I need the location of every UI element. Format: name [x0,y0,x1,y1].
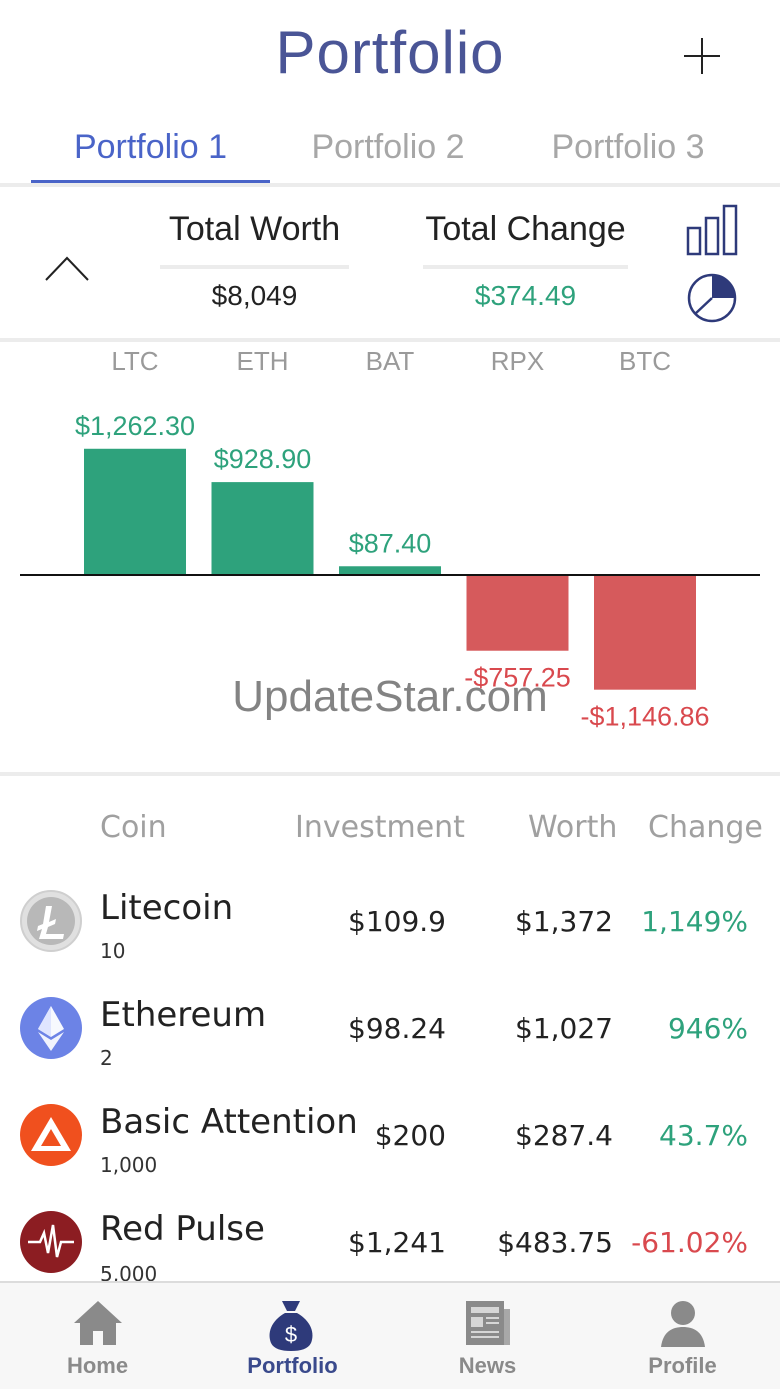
coin-quantity: 10 [100,939,126,963]
nav-portfolio[interactable]: $ Portfolio [195,1283,390,1389]
total-worth-label: Total Worth [168,210,341,248]
change-value: 1,149% [641,905,748,938]
nav-label: News [458,1353,517,1378]
divider [160,265,349,269]
coin-quantity: 2 [100,1046,113,1070]
category-label-bat: BAT [366,346,415,376]
investment-value: $98.24 [348,1012,446,1045]
divider [0,183,780,187]
coin-name: Litecoin [100,888,234,928]
newspaper-icon [462,1297,514,1349]
column-header-coin: Coin [100,810,167,845]
table-row[interactable]: Basic Attention 1,000 $200 $287.4 43.7% [0,1092,780,1199]
category-label-btc: BTC [619,346,671,376]
category-label-rpx: RPX [491,346,544,376]
bar-value-label-bat: $87.40 [349,528,432,558]
bar-eth[interactable] [211,482,314,575]
investment-value: $1,241 [348,1226,446,1259]
bar-rpx[interactable] [466,575,569,651]
nav-label: Home [66,1353,129,1378]
change-value: 946% [667,1012,748,1045]
worth-value: $1,027 [515,1012,613,1045]
coin-name: Ethereum [100,995,267,1035]
nav-label: Portfolio [247,1353,338,1378]
add-portfolio-button[interactable] [682,36,722,76]
bar-bat[interactable] [339,566,441,575]
bottom-nav: Home $ Portfolio News Profile [0,1281,780,1389]
money-bag-icon: $ [265,1297,317,1351]
worth-value: $287.4 [515,1119,613,1152]
divider [423,265,628,269]
change-value: -61.02% [631,1226,748,1259]
nav-news[interactable]: News [390,1283,585,1389]
bar-value-label-ltc: $1,262.30 [75,411,195,441]
worth-value: $1,372 [515,905,613,938]
column-header-investment: Investment [295,810,465,845]
total-change-label: Total Change [425,210,626,248]
tab-portfolio-1[interactable]: Portfolio 1 [31,128,270,176]
home-icon [72,1297,124,1349]
change-value: 43.7% [659,1119,748,1152]
nav-label: Profile [648,1353,717,1378]
pie-chart-icon[interactable] [686,272,738,324]
table-row[interactable]: Ethereum 2 $98.24 $1,027 946% [0,985,780,1092]
category-label-eth: ETH [237,346,289,376]
column-header-worth: Worth [528,810,618,845]
collapse-chevron-icon[interactable] [44,252,90,282]
column-header-change: Change [648,810,763,845]
nav-home[interactable]: Home [0,1283,195,1389]
category-label-ltc: LTC [111,346,158,376]
page-title: Portfolio [275,19,505,86]
bat-icon [20,1104,82,1166]
bar-chart-icon[interactable] [686,204,738,256]
coin-name: Red Pulse [100,1209,265,1249]
svg-text:$: $ [285,1322,297,1347]
litecoin-icon [20,890,82,952]
ethereum-icon [20,997,82,1059]
investment-value: $200 [374,1119,446,1152]
bar-value-label-eth: $928.90 [214,444,312,474]
user-icon [657,1297,709,1349]
tab-portfolio-2[interactable]: Portfolio 2 [270,128,506,176]
red-pulse-icon [20,1211,82,1273]
total-worth-value: $8,049 [211,280,298,311]
investment-value: $109.9 [348,905,446,938]
worth-value: $483.75 [497,1226,613,1259]
watermark: UpdateStar.com [232,672,548,721]
tab-portfolio-3[interactable]: Portfolio 3 [506,128,750,176]
total-change-value: $374.49 [474,280,577,311]
divider [0,772,780,776]
bar-ltc[interactable] [84,448,186,575]
coin-quantity: 1,000 [100,1153,158,1177]
table-row[interactable]: Litecoin 10 $109.9 $1,372 1,149% [0,878,780,985]
nav-profile[interactable]: Profile [585,1283,780,1389]
